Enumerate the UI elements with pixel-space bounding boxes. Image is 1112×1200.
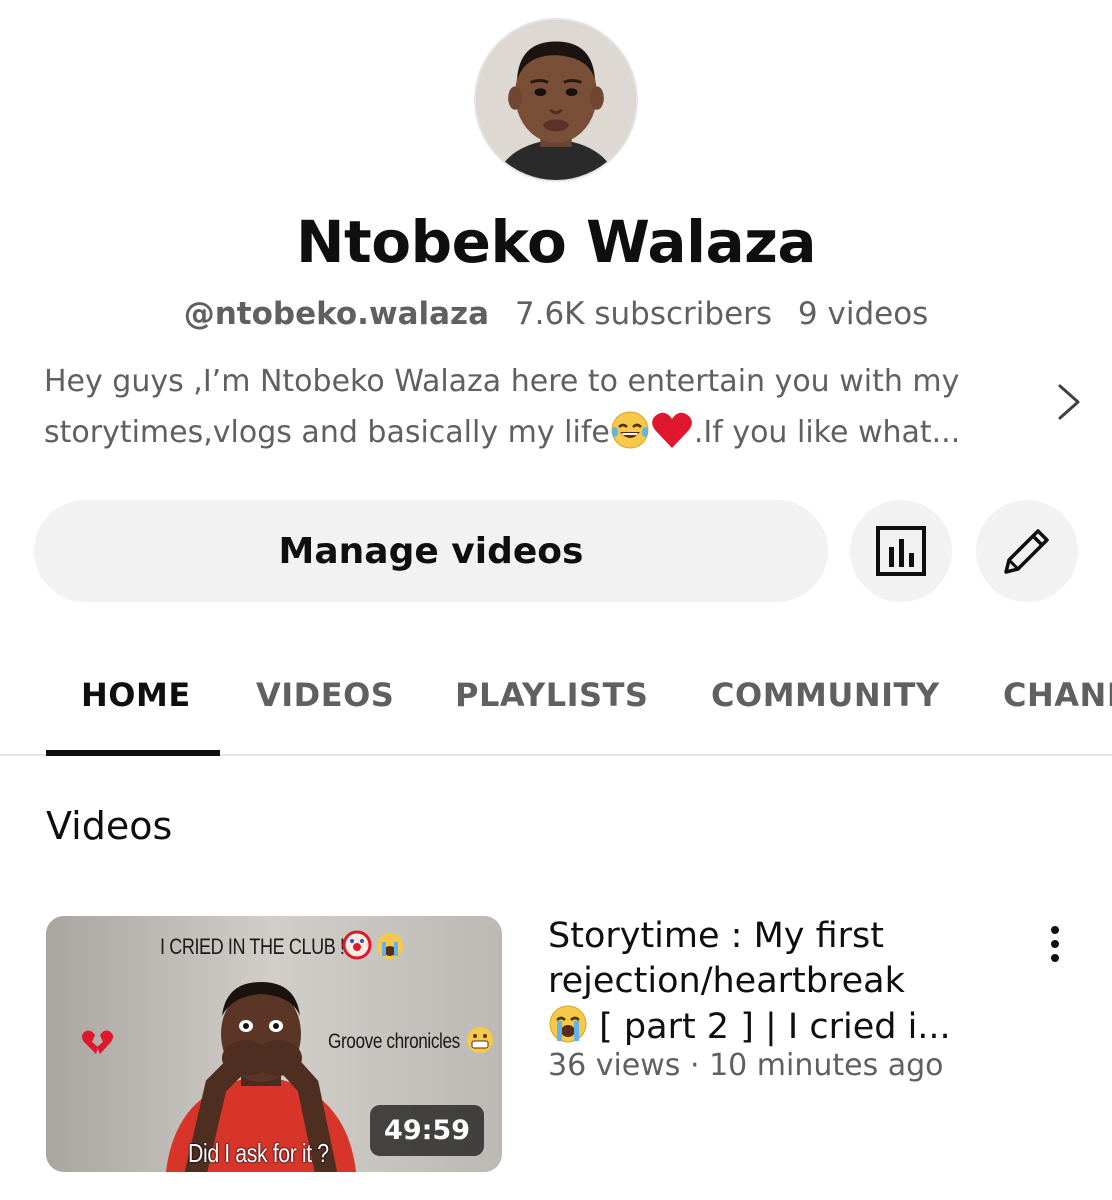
video-title-line-1: Storytime : My first [548, 916, 885, 956]
description-text-b: .If you like what... [693, 415, 961, 450]
channel-description[interactable]: Hey guys ,I’m Ntobeko Walaza here to ent… [44, 356, 1034, 458]
grimacing-emoji-icon [467, 1027, 493, 1053]
channel-name: Ntobeko Walaza [296, 208, 816, 276]
bar-chart-icon [876, 526, 926, 576]
more-vertical-icon[interactable] [1040, 924, 1070, 964]
description-line-1: Hey guys ,I’m Ntobeko Walaza here to ent… [44, 364, 960, 399]
clown-emoji-icon [342, 930, 372, 960]
video-meta: 36 views · 10 minutes ago [548, 1048, 944, 1083]
section-title: Videos [46, 804, 173, 848]
thumbnail-top-caption: I CRIED IN THE CLUB ! [160, 934, 345, 959]
channel-handle: @ntobeko.walaza [183, 296, 490, 332]
description-text-a: storytimes,vlogs and basically my life [44, 415, 610, 450]
meta-separator: · [689, 1048, 700, 1083]
thumbnail-bottom-caption: Did I ask for it ? [188, 1138, 329, 1168]
loudly-crying-emoji-icon [549, 1005, 587, 1043]
channel-meta: @ntobeko.walaza 7.6K subscribers 9 video… [0, 296, 1112, 332]
crying-emoji-icon [377, 933, 403, 959]
analytics-button[interactable] [850, 500, 952, 602]
video-duration-badge: 49:59 [370, 1105, 484, 1156]
video-title[interactable]: Storytime : My first rejection/heartbrea… [548, 914, 988, 1050]
video-title-line-2: rejection/heartbreak [548, 961, 905, 1001]
video-title-line-3: [ part 2 ] | I cried i... [548, 1004, 988, 1050]
channel-tabs: HOME VIDEOS PLAYLISTS COMMUNITY CHANN [0, 640, 1112, 756]
description-line-2: storytimes,vlogs and basically my life .I… [44, 407, 1034, 458]
channel-avatar[interactable] [474, 18, 638, 182]
active-tab-indicator [46, 750, 220, 756]
thumbnail-right-caption: Groove chronicles [328, 1030, 460, 1053]
tab-home[interactable]: HOME [81, 676, 191, 714]
tab-playlists[interactable]: PLAYLISTS [455, 676, 648, 714]
red-heart-icon [651, 412, 692, 448]
tab-videos[interactable]: VIDEOS [256, 676, 394, 714]
tab-community[interactable]: COMMUNITY [711, 676, 940, 714]
edit-channel-button[interactable] [976, 500, 1078, 602]
tab-channels[interactable]: CHANN [1003, 676, 1112, 714]
video-age: 10 minutes ago [709, 1048, 944, 1083]
video-views: 36 views [548, 1048, 681, 1083]
laughing-emoji-icon [611, 411, 649, 449]
subscriber-count: 7.6K subscribers [514, 296, 773, 332]
avatar-portrait [476, 20, 636, 180]
video-count: 9 videos [797, 296, 929, 332]
pencil-icon [1004, 529, 1049, 574]
video-thumbnail[interactable]: I CRIED IN THE CLUB ! Groove chronicles … [46, 916, 502, 1172]
chevron-right-icon[interactable] [1050, 380, 1086, 424]
channel-page: Ntobeko Walaza @ntobeko.walaza 7.6K subs… [0, 0, 1112, 1200]
manage-videos-button[interactable]: Manage videos [34, 500, 828, 602]
video-title-line-3-text: [ part 2 ] | I cried i... [588, 1007, 951, 1047]
